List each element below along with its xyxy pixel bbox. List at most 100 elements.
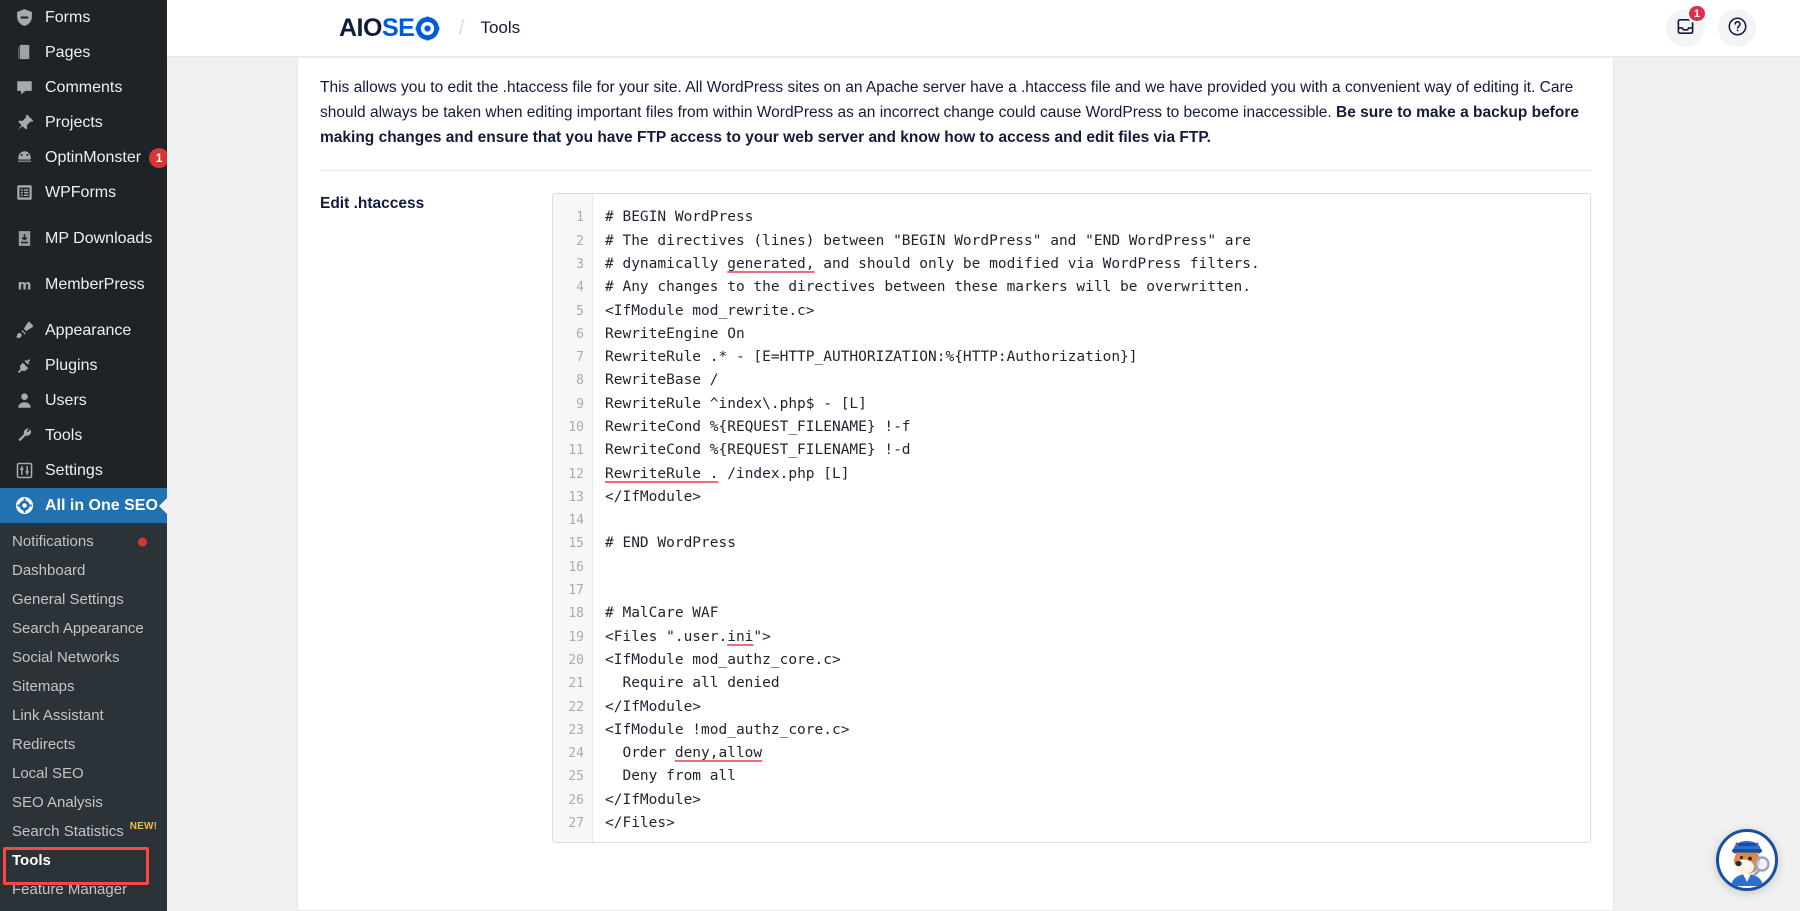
submenu-item-seo-analysis[interactable]: SEO Analysis <box>0 788 167 817</box>
aioseo-app: AIO SE / Tools 1 This allows you to edit… <box>167 0 1800 911</box>
header-actions: 1 <box>1666 4 1756 47</box>
aioseo-submenu: Notifications Dashboard General Settings Se… <box>0 523 167 911</box>
spellcheck-underline: deny,allow <box>674 745 763 762</box>
code-line: 21 Require all denied <box>553 672 1590 695</box>
line-text: # Any changes to the directives between … <box>605 279 1252 296</box>
line-number: 17 <box>568 583 584 599</box>
aioseo-header: AIO SE / Tools 1 <box>167 0 1800 57</box>
sidebar-group-separator <box>0 302 167 313</box>
submenu-item-label: Dashboard <box>12 562 86 579</box>
line-number: 8 <box>576 373 584 389</box>
line-text: # dynamically generated, and should only… <box>605 255 1260 272</box>
question-circle-icon <box>1727 16 1748 40</box>
submenu-item-label: Link Assistant <box>12 707 104 724</box>
line-number: 19 <box>568 629 584 645</box>
breadcrumb-current: Tools <box>480 18 521 37</box>
line-text: # MalCare WAF <box>605 605 719 622</box>
submenu-item-label: Notifications <box>12 533 94 550</box>
line-text: </Files> <box>605 815 675 832</box>
submenu-item-label: Tools <box>12 852 51 869</box>
code-line: 19 <Files ".user.ini"> <box>553 626 1590 649</box>
screen-root: Forms Pages Comments Projects OptinMonster 1 W… <box>0 0 1800 911</box>
line-text: Require all denied <box>605 675 780 692</box>
line-number: 14 <box>568 513 584 529</box>
submenu-item-general-settings[interactable]: General Settings <box>0 585 167 614</box>
aioseo-logo[interactable]: AIO SE <box>339 14 440 43</box>
sidebar-item-tools[interactable]: Tools <box>0 418 167 453</box>
sidebar-item-users[interactable]: Users <box>0 383 167 418</box>
sidebar-group-separator <box>0 210 167 221</box>
line-number: 12 <box>568 466 584 482</box>
sidebar-item-wpforms[interactable]: WPForms <box>0 175 167 210</box>
comments-icon <box>12 77 36 99</box>
pin-icon <box>12 112 36 134</box>
code-line: 2 # The directives (lines) between "BEGIN… <box>553 230 1590 253</box>
code-line: 18 # MalCare WAF <box>553 602 1590 625</box>
help-button[interactable] <box>1718 9 1756 47</box>
spellcheck-underline: generated, <box>727 255 815 272</box>
submenu-item-notifications[interactable]: Notifications <box>0 527 167 556</box>
sidebar-item-mp-downloads[interactable]: MP Downloads <box>0 221 167 256</box>
sidebar-item-comments[interactable]: Comments <box>0 70 167 105</box>
sidebar-item-label: MemberPress <box>45 275 145 293</box>
submenu-item-social-networks[interactable]: Social Networks <box>0 643 167 672</box>
code-line: 7 RewriteRule .* - [E=HTTP_AUTHORIZATION:… <box>553 346 1590 369</box>
line-text: RewriteBase / <box>605 372 719 389</box>
code-line: 5 <IfModule mod_rewrite.c> <box>553 300 1590 323</box>
submenu-item-feature-manager[interactable]: Feature Manager <box>0 875 167 904</box>
submenu-item-link-assistant[interactable]: Link Assistant <box>0 701 167 730</box>
sidebar-item-label: Projects <box>45 113 103 131</box>
code-line: 20 <IfModule mod_authz_core.c> <box>553 649 1590 672</box>
sidebar-item-label: Comments <box>45 78 123 96</box>
sidebar-item-projects[interactable]: Projects <box>0 105 167 140</box>
line-text: <IfModule mod_authz_core.c> <box>605 651 841 668</box>
line-text: <IfModule mod_rewrite.c> <box>605 302 815 319</box>
line-number: 7 <box>576 350 584 366</box>
sidebar-item-settings[interactable]: Settings <box>0 453 167 488</box>
sidebar-item-label: Tools <box>45 426 83 444</box>
brush-icon <box>12 320 36 342</box>
aioseo-detective-dog-avatar[interactable] <box>1716 829 1778 891</box>
line-number: 23 <box>568 722 584 738</box>
submenu-item-local-seo[interactable]: Local SEO <box>0 759 167 788</box>
sidebar-item-all-in-one-seo[interactable]: All in One SEO <box>0 488 167 523</box>
user-icon <box>12 390 36 412</box>
sidebar-item-optinmonster[interactable]: OptinMonster 1 <box>0 140 167 175</box>
line-text: Deny from all <box>605 768 736 785</box>
line-text: # END WordPress <box>605 535 736 552</box>
submenu-item-search-appearance[interactable]: Search Appearance <box>0 614 167 643</box>
editor-code-lines[interactable]: 1 # BEGIN WordPress 2 # The directives (lin… <box>553 194 1590 835</box>
submenu-new-badge: NEW! <box>129 821 158 832</box>
sidebar-item-plugins[interactable]: Plugins <box>0 348 167 383</box>
line-text: RewriteCond %{REQUEST_FILENAME} !-d <box>605 442 911 459</box>
line-number: 5 <box>576 303 584 319</box>
code-line: 10 RewriteCond %{REQUEST_FILENAME} !-f <box>553 416 1590 439</box>
submenu-item-label: Search Appearance <box>12 620 144 637</box>
logo-text-se: SE <box>381 13 415 42</box>
sidebar-item-appearance[interactable]: Appearance <box>0 313 167 348</box>
notifications-inbox-button[interactable]: 1 <box>1666 4 1707 47</box>
line-number: 21 <box>568 676 584 692</box>
sidebar-item-forms[interactable]: Forms <box>0 0 167 35</box>
submenu-item-search-statistics[interactable]: Search Statistics NEW! <box>0 817 167 846</box>
submenu-item-tools[interactable]: Tools <box>0 846 167 875</box>
sidebar-item-label: Plugins <box>45 356 98 374</box>
line-number: 9 <box>576 396 584 412</box>
sidebar-item-pages[interactable]: Pages <box>0 35 167 70</box>
line-number: 13 <box>568 489 584 505</box>
line-text: </IfModule> <box>605 488 702 505</box>
line-number: 2 <box>576 233 584 249</box>
sidebar-item-label: OptinMonster <box>45 148 142 166</box>
submenu-item-label: Redirects <box>12 736 76 753</box>
code-line: 24 Order deny,allow <box>553 742 1590 765</box>
forms-icon <box>12 7 36 29</box>
htaccess-code-editor[interactable]: 1 # BEGIN WordPress 2 # The directives (lin… <box>552 193 1591 844</box>
sidebar-item-label: WPForms <box>45 183 117 201</box>
sidebar-item-memberpress[interactable]: m MemberPress <box>0 267 167 302</box>
line-number: 10 <box>568 420 584 435</box>
submenu-item-label: General Settings <box>12 591 124 608</box>
submenu-item-redirects[interactable]: Redirects <box>0 730 167 759</box>
submenu-item-sitemaps[interactable]: Sitemaps <box>0 672 167 701</box>
submenu-item-dashboard[interactable]: Dashboard <box>0 556 167 585</box>
sidebar-item-label: Forms <box>45 8 91 26</box>
